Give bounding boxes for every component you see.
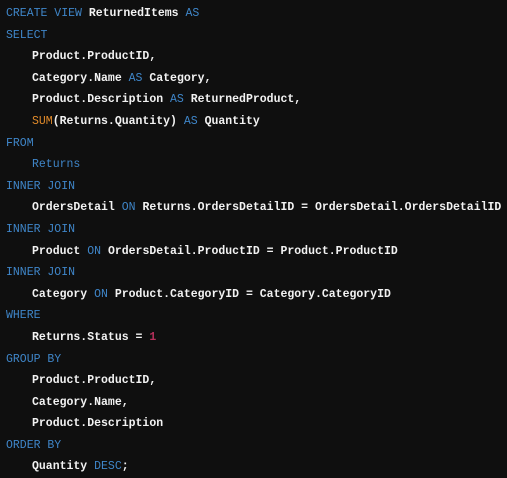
- sql-keyword: ON: [121, 201, 143, 215]
- sql-identifier: ReturnedItems: [88, 7, 186, 20]
- sql-identifier: Category,: [149, 71, 212, 85]
- sql-identifier: OrdersDetail: [32, 201, 122, 215]
- sql-keyword: FROM: [6, 136, 34, 150]
- sql-keyword: AS: [170, 93, 191, 107]
- sql-keyword: AS: [183, 114, 205, 128]
- code-line: Returns: [6, 154, 501, 176]
- sql-keyword: GROUP BY: [6, 352, 62, 366]
- sql-identifier: Product.ProductID,: [32, 50, 157, 64]
- sql-identifier: Quantity: [32, 460, 95, 474]
- code-line: INNER JOIN: [6, 219, 501, 241]
- sql-code-block: CREATE VIEW ReturnedItems AS SELECT Produc…: [6, 3, 501, 478]
- sql-identifier: Product.ProductID,: [32, 374, 157, 388]
- sql-keyword: WHERE: [6, 309, 41, 323]
- code-line: Category.Name AS Category,: [6, 68, 501, 90]
- code-line: CREATE VIEW ReturnedItems AS: [6, 3, 501, 25]
- sql-identifier: Product: [32, 244, 88, 258]
- code-line: GROUP BY: [6, 349, 501, 371]
- sql-keyword: Returns: [32, 158, 81, 172]
- sql-keyword: ORDER BY: [6, 438, 62, 452]
- code-line: INNER JOIN: [6, 176, 501, 198]
- code-line: Product.ProductID,: [6, 370, 501, 392]
- code-line: Quantity DESC;: [6, 456, 501, 478]
- sql-identifier: Product.CategoryID = Category.CategoryID: [114, 287, 391, 301]
- sql-identifier: OrdersDetail.ProductID = Product.Product…: [107, 244, 398, 258]
- code-line: Returns.Status = 1: [6, 327, 501, 349]
- sql-identifier: Returns.Status =: [32, 330, 150, 344]
- code-line: WHERE: [6, 305, 501, 327]
- sql-keyword: ON: [87, 244, 108, 258]
- code-line: ORDER BY: [6, 435, 501, 457]
- sql-keyword: INNER JOIN: [6, 266, 76, 280]
- sql-identifier: Quantity: [204, 114, 260, 128]
- sql-identifier: ;: [121, 460, 129, 474]
- sql-keyword: ON: [94, 287, 115, 301]
- sql-keyword: DESC: [94, 460, 122, 474]
- sql-identifier: Category.Name,: [32, 395, 129, 409]
- sql-identifier: (Returns.Quantity): [52, 114, 184, 128]
- sql-identifier: Product.Description: [32, 93, 171, 107]
- sql-identifier: Category: [32, 287, 95, 301]
- code-line: SELECT: [6, 25, 501, 47]
- sql-keyword: SELECT: [6, 28, 48, 42]
- sql-keyword: CREATE VIEW: [6, 7, 89, 20]
- sql-keyword: AS: [128, 71, 150, 85]
- code-line: INNER JOIN: [6, 262, 501, 284]
- sql-identifier: Returns.OrdersDetailID = OrdersDetail.Or…: [142, 201, 502, 215]
- code-line: Product ON OrdersDetail.ProductID = Prod…: [6, 241, 501, 263]
- sql-keyword: INNER JOIN: [6, 179, 76, 193]
- code-line: FROM: [6, 133, 501, 155]
- code-line: Product.Description: [6, 413, 501, 435]
- code-line: Product.Description AS ReturnedProduct,: [6, 89, 501, 111]
- code-line: OrdersDetail ON Returns.OrdersDetailID =…: [6, 197, 501, 219]
- code-line: Product.ProductID,: [6, 46, 501, 68]
- sql-identifier: ReturnedProduct,: [190, 93, 302, 107]
- sql-keyword: INNER JOIN: [6, 222, 76, 236]
- code-line: Category ON Product.CategoryID = Categor…: [6, 284, 501, 306]
- code-line: Category.Name,: [6, 392, 501, 414]
- sql-number: 1: [149, 330, 157, 344]
- sql-identifier: Product.Description: [32, 417, 164, 431]
- sql-function: SUM: [32, 114, 53, 128]
- sql-identifier: Category.Name: [32, 71, 129, 85]
- code-line: SUM(Returns.Quantity) AS Quantity: [6, 111, 501, 133]
- sql-keyword: AS: [185, 7, 200, 20]
